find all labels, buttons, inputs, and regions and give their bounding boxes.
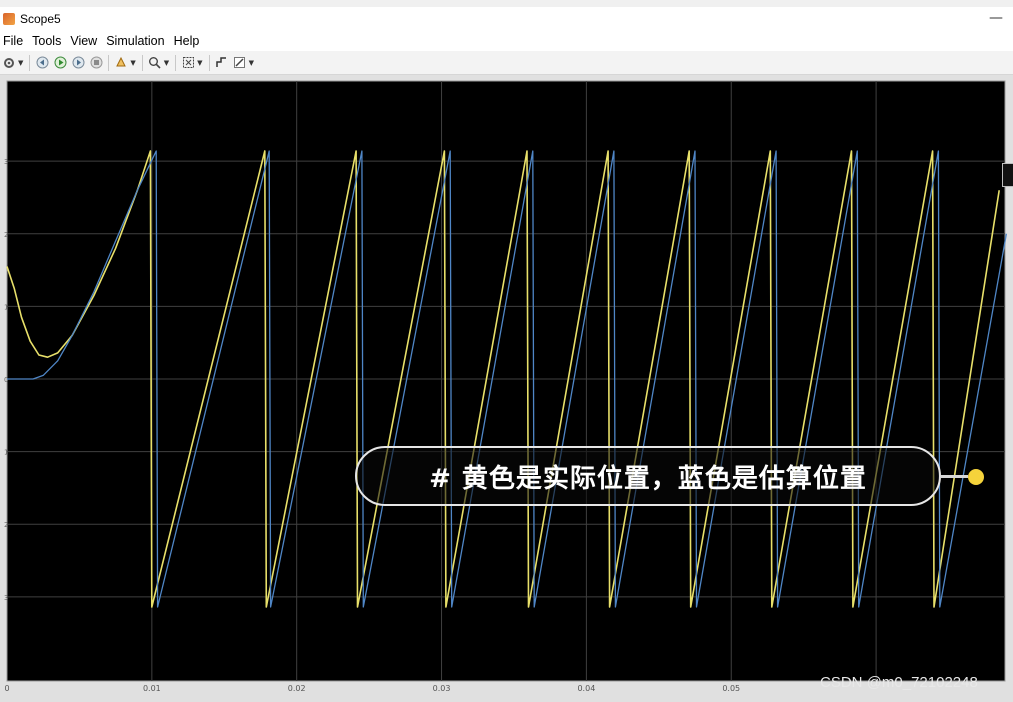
toolbar-separator (208, 54, 210, 71)
toolbar-separator (29, 54, 31, 71)
trigger-icon[interactable] (215, 56, 229, 70)
toolbar-separator (175, 54, 177, 71)
autoscale-icon[interactable] (181, 56, 195, 70)
scope-plot: 0 0.01 0.02 0.03 0.04 0.05 3 2 1 0 1 2 3 (4, 80, 1008, 693)
callout-marker (968, 469, 984, 485)
run-icon[interactable] (53, 56, 67, 70)
toolbar-separator (108, 54, 110, 71)
step-forward-icon[interactable] (71, 56, 85, 70)
toolbar-separator (141, 54, 143, 71)
stop-icon[interactable] (89, 56, 103, 70)
menu-file[interactable]: File (0, 34, 29, 48)
highlight-icon[interactable] (114, 56, 128, 70)
edit-dropdown-icon[interactable]: ▼ (249, 59, 254, 67)
x-tick-label: 0.01 (143, 684, 161, 693)
y-tick-label: 3 (4, 594, 8, 602)
menu-bar: File Tools View Simulation Help (0, 31, 1013, 51)
annotation-callout: # 黄色是实际位置，蓝色是估算位置 (355, 446, 941, 506)
y-tick-label: 1 (4, 303, 8, 311)
window-title: Scope5 (20, 12, 61, 26)
x-tick-label: 0.05 (722, 684, 740, 693)
y-tick-label: 1 (4, 449, 8, 457)
x-tick-label: 0 (4, 684, 9, 693)
legend-toggle-button[interactable] (1002, 163, 1013, 187)
menu-tools[interactable]: Tools (29, 34, 67, 48)
title-bar: Scope5 — (0, 7, 1013, 31)
y-tick-label: 2 (4, 231, 8, 239)
highlight-dropdown-icon[interactable]: ▼ (130, 59, 135, 67)
callout-text: # 黄色是实际位置，蓝色是估算位置 (429, 463, 867, 494)
scope-display: 0 0.01 0.02 0.03 0.04 0.05 3 2 1 0 1 2 3 (0, 75, 1013, 702)
menu-help[interactable]: Help (171, 34, 206, 48)
zoom-icon[interactable] (148, 56, 162, 70)
minimize-button[interactable]: — (989, 10, 1003, 26)
menu-simulation[interactable]: Simulation (103, 34, 170, 48)
autoscale-dropdown-icon[interactable]: ▼ (197, 59, 202, 67)
y-tick-label: 3 (4, 158, 8, 166)
x-tick-label: 0.04 (577, 684, 595, 693)
toolbar: ▼ ▼ ▼ ▼ ▼ (0, 51, 1013, 75)
edit-icon[interactable] (233, 56, 247, 70)
matlab-icon (3, 13, 15, 25)
x-tick-label: 0.02 (288, 684, 306, 693)
zoom-dropdown-icon[interactable]: ▼ (164, 59, 169, 67)
watermark: CSDN @m0_72102248 (820, 674, 978, 691)
step-back-icon[interactable] (35, 56, 49, 70)
y-tick-label: 0 (4, 376, 8, 384)
x-tick-label: 0.03 (433, 684, 451, 693)
settings-dropdown-icon[interactable]: ▼ (18, 59, 23, 67)
menu-view[interactable]: View (67, 34, 103, 48)
scope-window: Scope5 — File Tools View Simulation Help… (0, 0, 1013, 702)
y-tick-label: 2 (4, 521, 8, 529)
callout-connector (941, 475, 968, 478)
settings-icon[interactable] (2, 56, 16, 70)
